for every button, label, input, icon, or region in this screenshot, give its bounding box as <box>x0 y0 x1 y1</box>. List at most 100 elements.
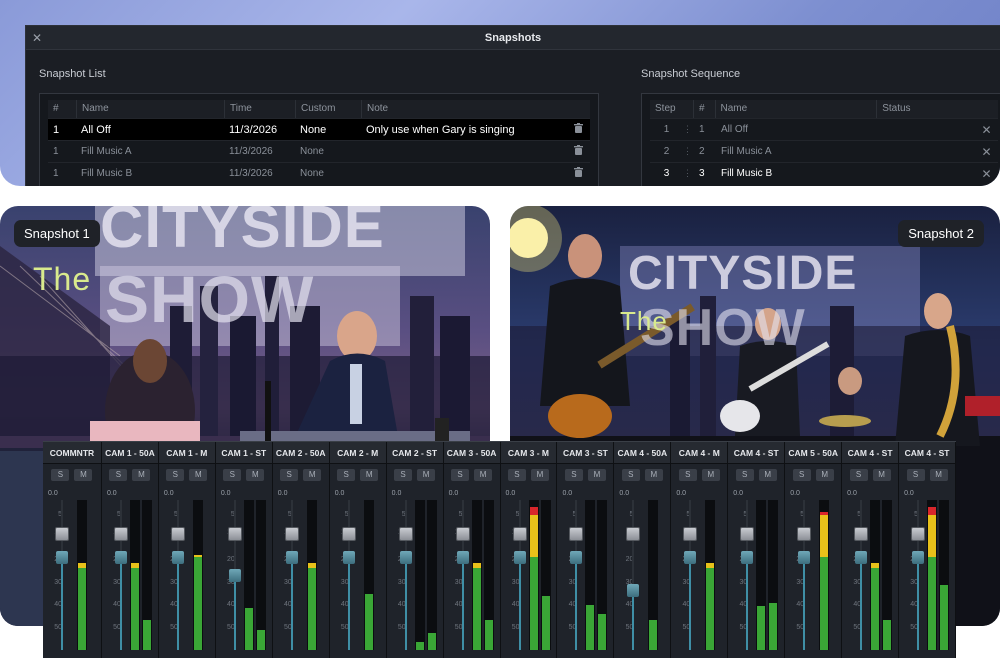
trash-icon[interactable] <box>561 123 590 136</box>
mute-button[interactable]: M <box>872 469 891 481</box>
trim-knob[interactable] <box>114 551 127 564</box>
table-row[interactable]: 1 Fill Music A 11/3/2026 None <box>48 140 590 162</box>
solo-button[interactable]: S <box>564 469 583 481</box>
trim-knob[interactable] <box>285 551 298 564</box>
sequence-row[interactable]: 1 ⋮⋮ 1 All Off ✕ <box>650 118 998 140</box>
fader-knob[interactable] <box>284 527 299 541</box>
solo-button[interactable]: S <box>451 469 470 481</box>
solo-button[interactable]: S <box>109 469 128 481</box>
mute-button[interactable]: M <box>74 469 93 481</box>
solo-button[interactable]: S <box>507 469 526 481</box>
solo-button[interactable]: S <box>166 469 185 481</box>
column-header[interactable]: # <box>48 100 76 118</box>
trim-knob[interactable] <box>56 551 68 564</box>
fader-knob[interactable] <box>854 527 869 541</box>
fader-knob[interactable] <box>569 527 584 541</box>
drag-handle-icon[interactable]: ⋮⋮ <box>678 124 694 135</box>
mute-button[interactable]: M <box>417 469 436 481</box>
trash-icon[interactable] <box>561 167 590 180</box>
solo-button[interactable]: S <box>849 469 868 481</box>
fader-knob[interactable] <box>455 527 470 541</box>
trim-knob[interactable] <box>798 551 811 564</box>
solo-button[interactable]: S <box>678 469 697 481</box>
fader-knob[interactable] <box>626 527 641 541</box>
trim-knob[interactable] <box>627 584 640 597</box>
mute-button[interactable]: M <box>303 469 322 481</box>
mute-button[interactable]: M <box>246 469 265 481</box>
mute-button[interactable]: M <box>587 469 606 481</box>
trim-knob[interactable] <box>741 551 754 564</box>
sequence-row[interactable]: 2 ⋮⋮ 2 Fill Music A ✕ <box>650 140 998 162</box>
solo-button[interactable]: S <box>51 469 70 481</box>
mute-button[interactable]: M <box>644 469 663 481</box>
column-header[interactable]: Name <box>76 100 224 118</box>
mute-button[interactable]: M <box>360 469 379 481</box>
mute-button[interactable]: M <box>701 469 720 481</box>
snapshot-2-badge: Snapshot 2 <box>898 220 984 247</box>
drag-handle-icon[interactable]: ⋮⋮ <box>678 146 694 157</box>
solo-button[interactable]: S <box>906 469 925 481</box>
fader-knob[interactable] <box>740 527 755 541</box>
column-header[interactable]: Step <box>650 100 693 118</box>
mute-button[interactable]: M <box>530 469 549 481</box>
mute-button[interactable]: M <box>132 469 151 481</box>
mute-button[interactable]: M <box>758 469 777 481</box>
fader-knob[interactable] <box>398 527 413 541</box>
fader-knob[interactable] <box>341 527 356 541</box>
fader-fill <box>575 557 578 650</box>
trim-knob[interactable] <box>855 551 868 564</box>
fader-knob[interactable] <box>170 527 185 541</box>
trim-knob[interactable] <box>228 569 241 582</box>
close-icon[interactable]: ✕ <box>974 167 994 181</box>
trim-knob[interactable] <box>342 551 355 564</box>
trim-knob[interactable] <box>456 551 469 564</box>
close-icon[interactable]: ✕ <box>974 123 994 137</box>
trim-knob[interactable] <box>684 551 697 564</box>
close-icon[interactable]: ✕ <box>32 26 42 50</box>
trim-knob[interactable] <box>912 551 925 564</box>
trim-knob[interactable] <box>171 551 184 564</box>
mute-button[interactable]: M <box>815 469 834 481</box>
solo-button[interactable]: S <box>337 469 356 481</box>
row-custom: None <box>300 123 327 136</box>
sequence-row[interactable]: 3 ⋮⋮ 3 Fill Music B ✕ <box>650 162 998 184</box>
fader-knob[interactable] <box>55 527 69 541</box>
fader-knob[interactable] <box>512 527 527 541</box>
table-row[interactable]: 1 All Off 11/3/2026 None Only use when Gary … <box>48 118 590 140</box>
column-header[interactable]: Custom <box>295 100 361 118</box>
show-logo-city: CITYSIDE <box>100 206 385 260</box>
fader-fill <box>917 557 920 650</box>
trim-knob[interactable] <box>399 551 412 564</box>
column-header[interactable]: Status <box>876 100 998 118</box>
solo-button[interactable]: S <box>223 469 242 481</box>
snapshots-card: ✕ Snapshots Snapshot List Snapshot Seque… <box>0 0 1000 186</box>
drag-handle-icon[interactable]: ⋮⋮ <box>678 168 694 179</box>
trim-knob[interactable] <box>570 551 583 564</box>
solo-button[interactable]: S <box>621 469 640 481</box>
column-header[interactable]: # <box>692 100 715 118</box>
row-note[interactable]: Only use when Gary is singing <box>361 124 561 136</box>
fader-knob[interactable] <box>113 527 128 541</box>
channel-name: CAM 3 - ST <box>557 442 614 464</box>
trash-icon[interactable] <box>561 145 590 158</box>
column-header[interactable]: Name <box>714 100 877 118</box>
close-icon[interactable]: ✕ <box>974 145 994 159</box>
solo-button[interactable]: S <box>792 469 811 481</box>
fader-knob[interactable] <box>797 527 812 541</box>
trim-knob[interactable] <box>513 551 526 564</box>
mute-button[interactable]: M <box>189 469 208 481</box>
mute-button[interactable]: M <box>929 469 948 481</box>
fader-knob[interactable] <box>683 527 698 541</box>
fader-knob[interactable] <box>227 527 242 541</box>
db-scale: 51020304050 <box>46 500 74 650</box>
column-header[interactable]: Time <box>224 100 295 118</box>
solo-button[interactable]: S <box>735 469 754 481</box>
solo-button[interactable]: S <box>280 469 299 481</box>
fader-knob[interactable] <box>911 527 926 541</box>
mute-button[interactable]: M <box>474 469 493 481</box>
sequence-step: 2 <box>663 146 670 157</box>
table-row[interactable]: 1 Fill Music B 11/3/2026 None <box>48 162 590 184</box>
column-header[interactable]: Note <box>361 100 590 118</box>
solo-button[interactable]: S <box>394 469 413 481</box>
row-name: Fill Music A <box>81 146 132 157</box>
